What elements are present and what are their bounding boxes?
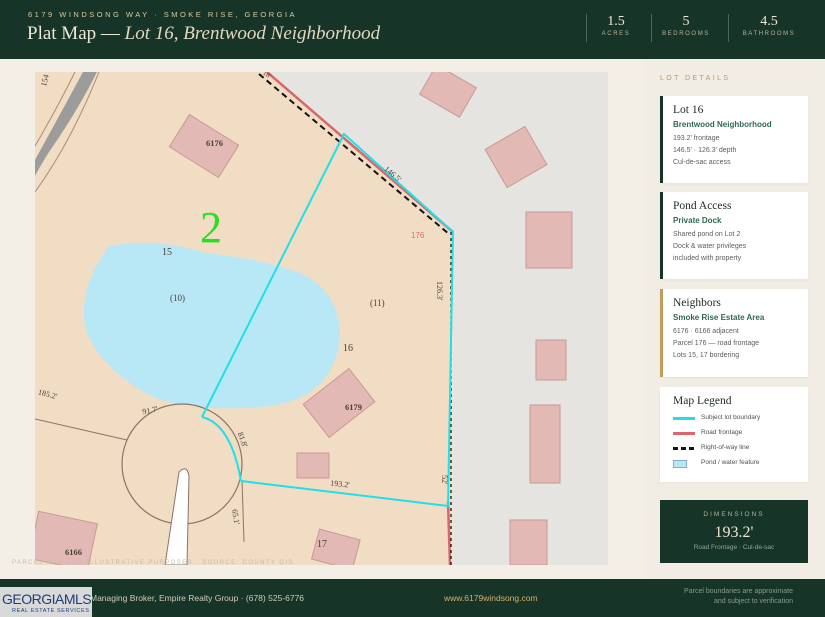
broker-info: Managing Broker, Empire Realty Group · (… [90, 593, 305, 603]
map-disclaimer: PARCEL MAP FOR ILLUSTRATIVE PURPOSES · S… [12, 560, 294, 566]
stat-acres: 1.5 ACRES [601, 14, 631, 37]
frontage-value: 193.2' [714, 524, 754, 541]
card-title: Pond Access [673, 200, 732, 212]
svg-text:15: 15 [162, 247, 172, 258]
legend-title: Map Legend [673, 395, 732, 407]
svg-text:52': 52' [440, 475, 449, 485]
dimensions-box: DIMENSIONS 193.2' Road Frontage · Cul-de… [660, 500, 808, 563]
plat-map[interactable]: 2 6176 6179 6166 15 16 17 (10) (11) 176 … [35, 72, 608, 565]
legend-right-of-way: Right-of-way line [673, 442, 808, 457]
property-address: 6179 WINDSONG WAY · SMOKE RISE, GEORGIA [28, 10, 298, 19]
svg-text:17: 17 [317, 539, 327, 550]
svg-text:16: 16 [343, 343, 353, 354]
svg-text:(11): (11) [370, 298, 385, 308]
website-link[interactable]: www.6179windsong.com [444, 593, 538, 603]
svg-text:126.3': 126.3' [435, 281, 444, 301]
card-neighbors: Neighbors Smoke Rise Estate Area 6176 · … [660, 289, 808, 377]
stat-bathrooms: 4.5 BATHROOMS [742, 14, 796, 37]
page-title-lot: Lot 16, Brentwood Neighborhood [124, 23, 381, 44]
page-title: Plat Map — Lot 16, Brentwood Neighborhoo… [27, 23, 381, 44]
stat-divider [728, 14, 729, 42]
legend-road-frontage: Road frontage [673, 427, 808, 442]
svg-text:176: 176 [411, 231, 425, 240]
card-subtitle: Brentwood Neighborhood [673, 120, 772, 129]
map-legend: Map Legend Subject lot boundary Road fro… [660, 387, 808, 482]
stat-bedrooms: 5 BEDROOMS [662, 14, 710, 37]
sidebar-title: LOT DETAILS [660, 75, 731, 82]
svg-text:6179: 6179 [345, 402, 362, 412]
header-bar: 6179 WINDSONG WAY · SMOKE RISE, GEORGIA … [0, 0, 825, 59]
card-subtitle: Private Dock [673, 216, 722, 225]
card-title: Lot 16 [673, 104, 704, 116]
card-title: Neighbors [673, 297, 721, 309]
card-pond-access: Pond Access Private Dock Shared pond on … [660, 192, 808, 279]
footer-note: Parcel boundaries are approximate and su… [684, 588, 793, 605]
svg-text:(10): (10) [170, 293, 185, 303]
georgia-mls-logo: GEORGIAMLS REAL ESTATE SERVICES [0, 587, 92, 617]
svg-text:6176: 6176 [206, 138, 223, 148]
card-lot-16: Lot 16 Brentwood Neighborhood 193.2' fro… [660, 96, 808, 183]
svg-text:6166: 6166 [65, 547, 82, 557]
plat-map-drawing: 2 6176 6179 6166 15 16 17 (10) (11) 176 … [35, 72, 608, 565]
lot-number-2: 2 [200, 203, 222, 252]
legend-subject-lot: Subject lot boundary [673, 412, 808, 427]
legend-pond: Pond / water feature [673, 457, 808, 472]
footer-bar: Managing Broker, Empire Realty Group · (… [0, 579, 825, 617]
card-subtitle: Smoke Rise Estate Area [673, 313, 765, 322]
